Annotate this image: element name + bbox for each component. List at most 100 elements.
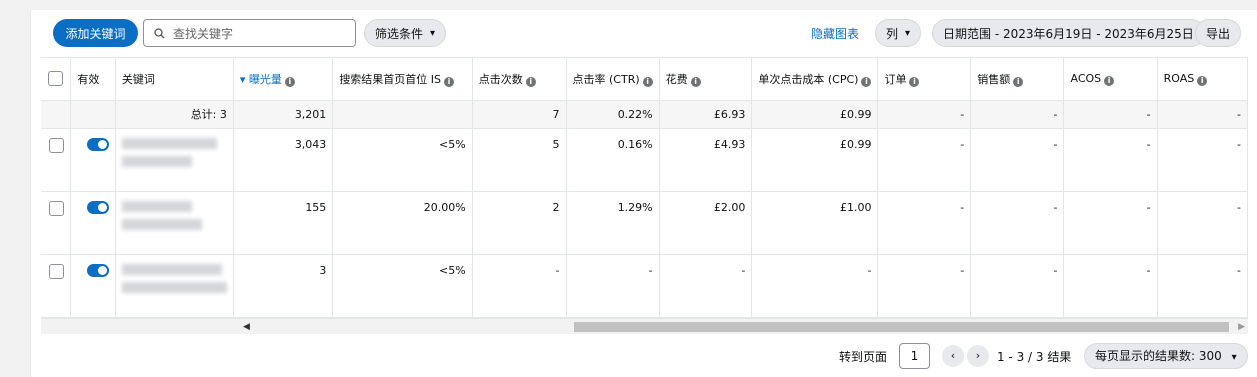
keyword-redacted — [115, 128, 234, 192]
total-clicks: 7 — [472, 100, 567, 129]
col-enabled: 有效 — [70, 58, 116, 101]
total-orders: - — [877, 100, 972, 129]
col-keyword[interactable]: 关键词 — [115, 58, 234, 101]
cell-impressions: 3 — [233, 254, 334, 318]
info-icon[interactable]: i — [1104, 75, 1115, 86]
info-icon[interactable]: i — [909, 76, 920, 87]
info-icon[interactable]: i — [861, 76, 872, 87]
total-ctr: 0.22% — [566, 100, 660, 129]
keyword-redacted — [115, 254, 234, 318]
columns-dropdown[interactable]: 列 ▾ — [875, 19, 922, 47]
info-icon[interactable]: i — [444, 76, 455, 87]
date-range-label: 日期范围 - 2023年6月19日 - 2023年6月25日 — [943, 26, 1194, 41]
add-keyword-button[interactable]: 添加关键词 — [53, 19, 138, 47]
col-orders[interactable]: 订单 i — [877, 58, 972, 101]
cell-spend: £4.93 — [659, 128, 753, 192]
total-sales: - — [970, 100, 1065, 129]
row-checkbox[interactable] — [41, 254, 72, 318]
info-icon[interactable]: i — [1197, 75, 1208, 86]
page-number-input[interactable]: 1 — [899, 343, 930, 369]
col-sales[interactable]: 销售额 i — [970, 58, 1065, 101]
cell-spend: £2.00 — [659, 191, 753, 255]
chevron-down-icon: ▾ — [1231, 352, 1237, 363]
enabled-toggle[interactable] — [70, 254, 116, 318]
sort-desc-icon: ▾ — [239, 72, 246, 86]
cell-impressions: 3,043 — [233, 128, 334, 192]
search-input[interactable]: 查找关键字 — [143, 19, 356, 47]
per-page-dropdown[interactable]: 每页显示的结果数: 300 ▾ — [1084, 343, 1248, 369]
info-icon[interactable]: i — [690, 76, 701, 87]
filter-dropdown[interactable]: 筛选条件 ▾ — [364, 19, 447, 47]
cell-clicks: 5 — [472, 128, 567, 192]
col-roas[interactable]: ROAS i — [1157, 58, 1248, 101]
col-acos-label: ACOS — [1070, 71, 1102, 85]
pagination-footer: 转到页面 1 ‹ › 1 - 3 / 3 结果 每页显示的结果数: 300 ▾ — [31, 340, 1257, 372]
cell-top-of-search: <5% — [332, 254, 473, 318]
chevron-down-icon: ▾ — [905, 27, 911, 39]
cell-ctr: 1.29% — [566, 191, 660, 255]
cell-clicks: 2 — [472, 191, 567, 255]
col-clicks[interactable]: 点击次数 i — [472, 58, 567, 101]
cell-cpc: £1.00 — [751, 191, 879, 255]
scrollbar-thumb[interactable] — [574, 322, 1229, 332]
cell-impressions: 155 — [233, 191, 334, 255]
col-roas-label: ROAS — [1163, 71, 1195, 85]
cell-sales: - — [970, 191, 1065, 255]
scroll-left-icon[interactable]: ◀ — [243, 322, 250, 332]
cell-ctr: 0.16% — [566, 128, 660, 192]
info-icon[interactable]: i — [284, 76, 295, 87]
total-top-of-search — [332, 100, 473, 129]
col-top-of-search[interactable]: 搜索结果首页首位 IS i — [332, 58, 473, 101]
col-spend[interactable]: 花费 i — [659, 58, 753, 101]
cell-ctr: - — [566, 254, 660, 318]
cell-orders: - — [877, 191, 972, 255]
next-page-button[interactable]: › — [967, 345, 989, 367]
cell-cpc: - — [751, 254, 879, 318]
cell-acos: - — [1063, 128, 1158, 192]
row-checkbox[interactable] — [41, 128, 72, 192]
cell-sales: - — [970, 254, 1065, 318]
col-orders-label: 订单 — [884, 72, 907, 86]
cell-spend: - — [659, 254, 753, 318]
col-cpc[interactable]: 单次点击成本 (CPC) i — [751, 58, 879, 101]
cell-top-of-search: 20.00% — [332, 191, 473, 255]
search-icon — [154, 27, 165, 38]
col-clicks-label: 点击次数 — [478, 72, 523, 86]
col-impressions-label: 曝光量 — [248, 72, 282, 86]
col-spend-label: 花费 — [665, 72, 688, 86]
header-row: 有效 关键词 ▾ 曝光量 i 搜索结果首页首位 IS i 点击次数 i 点击率 (CT… — [41, 58, 1248, 101]
cell-acos: - — [1063, 254, 1158, 318]
prev-page-button[interactable]: ‹ — [942, 345, 964, 367]
col-impressions[interactable]: ▾ 曝光量 i — [233, 58, 334, 101]
keyword-redacted — [115, 191, 234, 255]
col-acos[interactable]: ACOS i — [1063, 58, 1158, 101]
total-row: 总计: 3 3,201 7 0.22% £6.93 £0.99 - - - - — [41, 100, 1248, 129]
col-ctr[interactable]: 点击率 (CTR) i — [566, 58, 660, 101]
search-placeholder: 查找关键字 — [173, 26, 234, 41]
hide-chart-link[interactable]: 隐藏图表 — [811, 25, 859, 42]
info-icon[interactable]: i — [525, 76, 536, 87]
table-row: 3,043 <5% 5 0.16% £4.93 £0.99 - - - - — [41, 128, 1248, 192]
cell-cpc: £0.99 — [751, 128, 879, 192]
table-row: 155 20.00% 2 1.29% £2.00 £1.00 - - - - — [41, 191, 1248, 255]
total-label: 总计: 3 — [115, 100, 234, 129]
scroll-right-icon[interactable]: ▶ — [1238, 322, 1245, 332]
date-range-button[interactable]: 日期范围 - 2023年6月19日 - 2023年6月25日 — [932, 19, 1205, 47]
select-all-checkbox[interactable] — [41, 58, 72, 101]
enabled-toggle[interactable] — [70, 128, 116, 192]
cell-sales: - — [970, 128, 1065, 192]
row-checkbox[interactable] — [41, 191, 72, 255]
cell-clicks: - — [472, 254, 567, 318]
columns-label: 列 — [886, 26, 899, 41]
info-icon[interactable]: i — [642, 76, 653, 87]
export-button[interactable]: 导出 — [1195, 19, 1242, 47]
cell-orders: - — [877, 254, 972, 318]
col-top-of-search-label: 搜索结果首页首位 IS — [339, 72, 442, 86]
toolbar: 添加关键词 查找关键字 筛选条件 ▾ 隐藏图表 列 ▾ 日期范围 - 2023年… — [31, 10, 1257, 54]
enabled-toggle[interactable] — [70, 191, 116, 255]
table-row: 3 <5% - - - - - - - - — [41, 254, 1248, 318]
total-roas: - — [1157, 100, 1248, 129]
horizontal-scrollbar[interactable]: ◀ ▶ — [41, 318, 1248, 334]
chevron-right-icon: › — [975, 349, 981, 362]
info-icon[interactable]: i — [1013, 76, 1024, 87]
